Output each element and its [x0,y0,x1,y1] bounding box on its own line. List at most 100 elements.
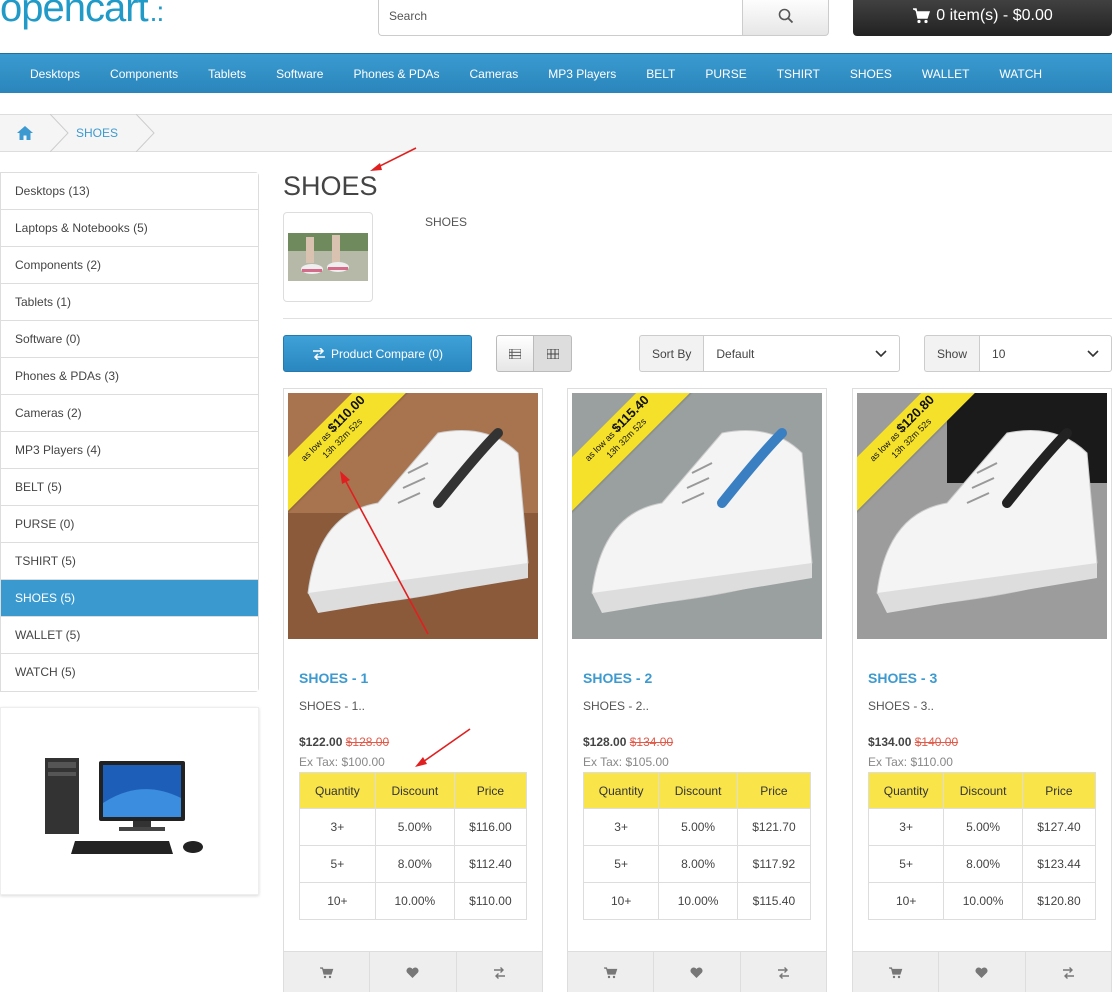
product-card: as low as $110.00 13h 32m 52s SHOES - 1 … [283,388,543,992]
price-cell: $112.40 [453,845,528,883]
breadcrumb: SHOES [0,114,1112,152]
product-actions [568,951,826,992]
sidebar-category-item[interactable]: Desktops (13) [1,173,258,210]
product-actions [853,951,1111,992]
sidebar-category-item[interactable]: WATCH (5) [1,654,258,691]
price-cell: $115.40 [736,882,812,920]
product-price: $134.00 $140.00 [868,735,959,749]
discount-row: 10+ 10.00% $120.80 [867,882,1097,920]
menu-item[interactable]: Phones & PDAs [338,67,454,81]
sidebar-category-item[interactable]: Laptops & Notebooks (5) [1,210,258,247]
discount-table: Quantity Discount Price 3+ 5.00% $116.00… [299,772,528,920]
sidebar-category-item[interactable]: TSHIRT (5) [1,543,258,580]
product-name-link[interactable]: SHOES - 2 [583,670,652,686]
compare-button[interactable] [457,952,542,992]
discount-cell: 10.00% [658,882,738,920]
menu-item[interactable]: Desktops [15,67,95,81]
menu-item[interactable]: Components [95,67,193,81]
product-name-link[interactable]: SHOES - 3 [868,670,937,686]
menu-item[interactable]: WALLET [907,67,985,81]
quantity-cell: 3+ [299,808,376,846]
category-thumbnail [283,212,373,302]
sidebar-category-item[interactable]: Components (2) [1,247,258,284]
category-sidebar: Desktops (13) Laptops & Notebooks (5) Comp… [0,172,259,692]
sort-control: Sort By Default [639,335,900,372]
sidebar-category-item[interactable]: SHOES (5) [1,580,258,617]
add-to-cart-button[interactable] [853,952,940,992]
search-button[interactable] [742,0,829,36]
sidebar-category-item[interactable]: Tablets (1) [1,284,258,321]
opencart-logo[interactable]: opencart.: [0,0,164,31]
sidebar-category-item[interactable]: Software (0) [1,321,258,358]
cart-button[interactable]: 0 item(s) - $0.00 [853,0,1112,36]
quantity-cell: 3+ [867,808,945,846]
quantity-cell: 5+ [299,845,376,883]
product-image-link[interactable]: as low as $115.40 13h 32m 52s [572,393,822,639]
list-view-button[interactable] [496,335,534,372]
product-compare-button[interactable]: Product Compare (0) [283,335,472,372]
chevron-down-icon [875,349,887,357]
limit-select[interactable]: 10 [979,335,1112,372]
menu-item[interactable]: Tablets [193,67,261,81]
product-description: SHOES - 1.. [299,699,366,713]
sidebar-category-item[interactable]: WALLET (5) [1,617,258,654]
page-title: SHOES [283,171,378,201]
discount-row: 10+ 10.00% $115.40 [582,882,812,920]
sort-select[interactable]: Default [703,335,900,372]
search-input[interactable] [378,0,742,36]
product-price: $122.00 $128.00 [299,735,390,749]
product-image-link[interactable]: as low as $110.00 13h 32m 52s [288,393,538,639]
add-to-cart-button[interactable] [568,952,655,992]
price-cell: $127.40 [1021,808,1097,846]
discount-cell: 10.00% [374,882,455,920]
sidebar-category-item[interactable]: BELT (5) [1,469,258,506]
menu-item[interactable]: PURSE [690,67,761,81]
add-to-wishlist-button[interactable] [939,952,1026,992]
discount-row: 5+ 8.00% $123.44 [867,845,1097,883]
old-price: $128.00 [345,735,390,749]
product-description: SHOES - 3.. [868,699,935,713]
sidebar-category-item[interactable]: Cameras (2) [1,395,258,432]
menu-item[interactable]: Cameras [455,67,534,81]
menu-item[interactable]: Software [261,67,338,81]
view-toggle [496,335,573,372]
table-header: Price [736,772,812,809]
grid-view-button[interactable] [534,335,572,372]
breadcrumb-home[interactable] [0,114,50,152]
ex-tax-price: Ex Tax: $105.00 [583,755,669,769]
product-card: as low as $120.80 13h 32m 52s SHOES - 3 … [852,388,1112,992]
sidebar-category-item[interactable]: MP3 Players (4) [1,432,258,469]
search-bar [378,0,829,36]
sidebar-category-item[interactable]: Phones & PDAs (3) [1,358,258,395]
exchange-icon [777,966,789,979]
sidebar-category-item[interactable]: PURSE (0) [1,506,258,543]
grid-icon [546,348,559,359]
product-name-link[interactable]: SHOES - 1 [299,670,368,686]
menu-item[interactable]: WATCH [984,67,1057,81]
add-to-wishlist-button[interactable] [370,952,457,992]
discount-row: 5+ 8.00% $117.92 [582,845,812,883]
compare-button[interactable] [1026,952,1111,992]
quantity-cell: 3+ [582,808,660,846]
add-to-wishlist-button[interactable] [654,952,741,992]
compare-button[interactable] [741,952,826,992]
menu-item[interactable]: MP3 Players [533,67,631,81]
quantity-cell: 10+ [582,882,660,920]
menu-item[interactable]: BELT [631,67,690,81]
list-icon [509,348,521,359]
shopping-cart-icon [603,966,617,978]
discount-table: Quantity Discount Price 3+ 5.00% $127.40… [867,772,1097,920]
table-header: Quantity [582,772,660,809]
home-icon [17,126,33,140]
quantity-cell: 5+ [582,845,660,883]
discount-row: 3+ 5.00% $116.00 [299,808,528,846]
heart-icon [406,966,419,978]
sidebar-banner[interactable] [0,707,259,895]
breadcrumb-shoes-link[interactable]: SHOES [70,126,136,140]
menu-item[interactable]: TSHIRT [762,67,835,81]
price-cell: $121.70 [736,808,812,846]
product-image-link[interactable]: as low as $120.80 13h 32m 52s [857,393,1107,639]
add-to-cart-button[interactable] [284,952,371,992]
menu-item[interactable]: SHOES [835,67,907,81]
sort-label: Sort By [639,335,704,372]
